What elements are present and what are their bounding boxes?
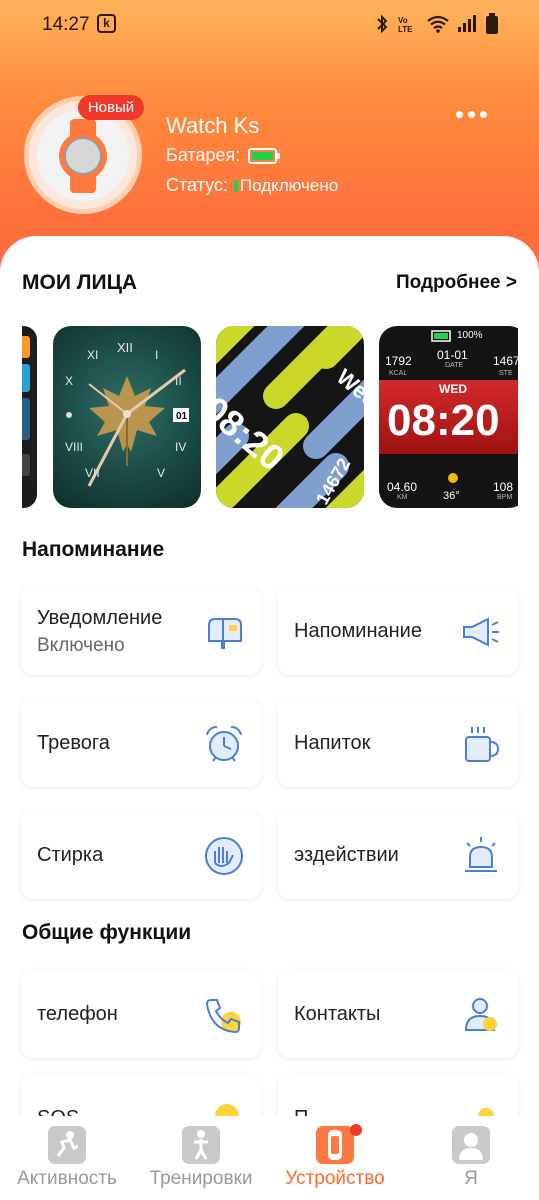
face-date: 01-01 [437, 348, 468, 362]
status-icons: Vo LTE [375, 13, 499, 35]
face-sun-icon [448, 473, 458, 483]
more-dot-icon [455, 110, 463, 118]
siren-icon [465, 837, 497, 872]
wash-card[interactable]: Стирка [21, 811, 261, 899]
megaphone-icon [463, 617, 499, 647]
wifi-icon [427, 15, 449, 33]
face-bpm: 108 [493, 480, 514, 494]
device-name: Watch Ks [166, 113, 260, 138]
face-kcal-label: KCAL [389, 370, 408, 377]
watch-image-icon [59, 119, 107, 193]
nav-activity-label: Активность [17, 1168, 117, 1189]
workout-icon [182, 1126, 220, 1164]
battery-status-icon [486, 13, 498, 34]
card-title: Напиток [294, 732, 371, 754]
numeral-1: I [155, 348, 159, 362]
face-km: 04.60 [387, 480, 418, 494]
card-title: Тревога [37, 732, 110, 754]
cup-icon [465, 727, 500, 762]
nav-workouts[interactable]: Тренировки [134, 1116, 268, 1200]
nav-device-label: Устройство [285, 1168, 385, 1189]
svg-text:LTE: LTE [398, 25, 413, 34]
face-day: WED [439, 382, 467, 396]
mailbox-icon [208, 618, 242, 649]
bluetooth-icon [377, 14, 388, 34]
alarm-clock-icon [206, 726, 242, 762]
numeral-11: XI [87, 348, 99, 362]
volte-icon: VoLTE [398, 16, 413, 34]
card-title: Контакты [294, 1003, 381, 1025]
nav-activity[interactable]: Активность [0, 1116, 134, 1200]
contacts-icon [464, 998, 497, 1031]
bottom-navigation: Активность Тренировки Устройство Я [0, 1116, 539, 1200]
watch-face-partial[interactable] [22, 326, 37, 508]
reminder-section-title: Напоминание [22, 538, 165, 561]
connection-status-row: Статус: Подключено [166, 175, 338, 196]
numeral-8: VIII [65, 440, 84, 454]
card-subtitle: Включено [37, 635, 125, 656]
card-title: Уведомление [37, 607, 163, 629]
more-dot-icon [479, 110, 487, 118]
battery-label: Батарея: [166, 145, 241, 165]
faces-more-link[interactable]: Подробнее > [396, 272, 517, 294]
card-title: телефон [37, 1003, 118, 1025]
phone-icon [205, 999, 241, 1034]
svg-text:Vo: Vo [398, 16, 408, 25]
face-temp: 36° [443, 490, 460, 502]
nav-device[interactable]: Устройство [268, 1116, 402, 1200]
more-options-button[interactable] [453, 104, 489, 124]
card-title: Стирка [37, 844, 104, 866]
watch-face-pills[interactable]: Wed 08:20 14672 [216, 326, 364, 508]
alarm-card[interactable]: Тревога [21, 699, 261, 787]
status-label: Статус: [166, 175, 228, 195]
face-date-label: DATE [445, 362, 464, 369]
nav-notification-dot [350, 1124, 362, 1136]
nav-profile-label: Я [464, 1168, 478, 1189]
profile-icon [452, 1126, 490, 1164]
drink-card[interactable]: Напиток [278, 699, 518, 787]
new-badge: Новый [78, 95, 144, 120]
numeral-12: XII [117, 340, 133, 355]
watch-device-icon [316, 1126, 354, 1164]
watch-faces-carousel[interactable]: XII I II 01 IV V VII VIII X XI Wed 08:20… [22, 326, 518, 508]
contacts-card[interactable]: Контакты [278, 970, 518, 1058]
nav-workouts-label: Тренировки [149, 1168, 253, 1189]
k-app-icon: k [97, 14, 116, 33]
face-kcal: 1792 [385, 354, 412, 368]
face-bpm-label: BPM [497, 494, 513, 501]
more-dot-icon [467, 110, 475, 118]
numeral-4: IV [175, 440, 187, 454]
numeral-5: V [157, 466, 166, 480]
phone-card[interactable]: телефон [21, 970, 261, 1058]
face-steps-label: STE [499, 370, 513, 377]
face-battery: 100% [457, 330, 483, 341]
face-steps: 1467 [493, 354, 518, 368]
face-date: 01 [176, 411, 188, 422]
watch-face-maple[interactable]: XII I II 01 IV V VII VIII X XI [53, 326, 201, 508]
hand-wash-icon [205, 837, 243, 875]
nav-profile[interactable]: Я [404, 1116, 538, 1200]
faces-section-title: МОИ ЛИЦА [22, 271, 138, 294]
status-value: Подключено [239, 175, 339, 195]
battery-row: Батарея: [166, 145, 281, 166]
notification-card[interactable]: Уведомление Включено [21, 587, 261, 675]
card-title: эздействии [294, 844, 399, 866]
status-bar: 14:27 k Vo LTE [0, 0, 539, 50]
numeral-7: VII [85, 466, 100, 480]
connection-indicator-icon [233, 179, 238, 192]
card-title: Напоминание [294, 620, 422, 642]
numeral-2: II [175, 374, 182, 388]
watch-face-digital[interactable]: 100% 1792 KCAL 01-01 DATE 1467 STE WED 0… [379, 326, 518, 508]
face-battery-icon [431, 330, 451, 342]
status-time: 14:27 [42, 14, 90, 35]
numeral-10: X [65, 374, 74, 388]
general-section-title: Общие функции [22, 921, 192, 944]
activity-icon [48, 1126, 86, 1164]
face-time: 08:20 [387, 396, 500, 445]
sedentary-card[interactable]: эздействии [278, 811, 518, 899]
battery-icon [248, 147, 281, 164]
face-km-label: KM [397, 494, 408, 501]
signal-icon [458, 15, 476, 32]
reminder-card[interactable]: Напоминание [278, 587, 518, 675]
